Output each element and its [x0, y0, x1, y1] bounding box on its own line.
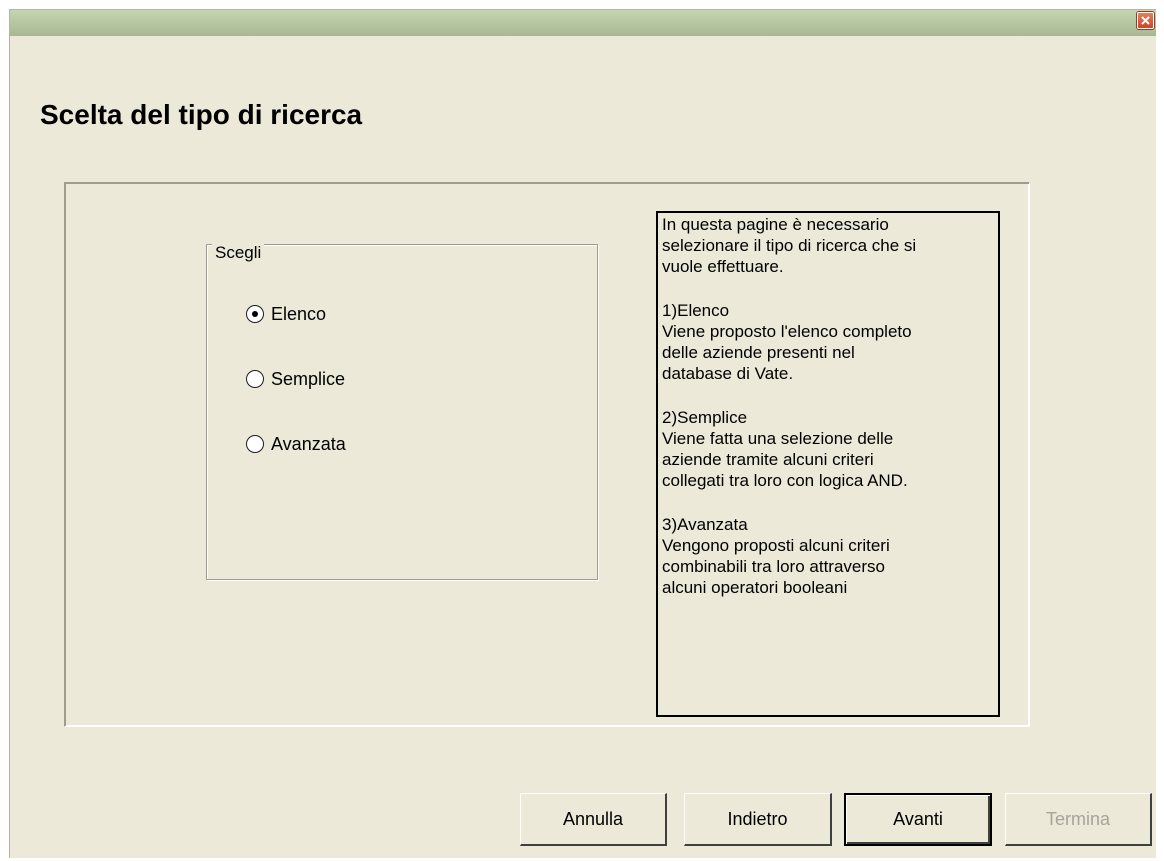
cancel-button[interactable]: Annulla [520, 793, 667, 846]
radio-button-semplice[interactable] [246, 370, 264, 388]
radio-label-semplice[interactable]: Semplice [271, 369, 345, 390]
wizard-window: Scelta del tipo di ricerca Scegli Elenco… [9, 9, 1156, 858]
info-paragraph-intro: In questa pagine è necessario selezionar… [662, 215, 917, 276]
finish-button[interactable]: Termina [1005, 793, 1152, 846]
radio-semplice[interactable]: Semplice [246, 367, 345, 391]
close-button[interactable] [1137, 12, 1154, 29]
radio-elenco[interactable]: Elenco [246, 302, 326, 326]
back-button[interactable]: Indietro [684, 793, 832, 846]
page-title: Scelta del tipo di ricerca [40, 99, 363, 130]
info-paragraph-elenco: 1)Elenco Viene proposto l'elenco complet… [662, 301, 912, 383]
radio-label-avanzata[interactable]: Avanzata [271, 434, 346, 455]
radio-button-avanzata[interactable] [246, 435, 264, 453]
radio-avanzata[interactable]: Avanzata [246, 432, 346, 456]
info-paragraph-avanzata: 3)Avanzata Vengono proposti alcuni crite… [662, 515, 890, 597]
choice-groupbox-legend: Scegli [212, 243, 265, 263]
choice-groupbox [206, 244, 598, 580]
next-button[interactable]: Avanti [844, 793, 992, 846]
info-paragraph-semplice: 2)Semplice Viene fatta una selezione del… [662, 408, 908, 490]
radio-label-elenco[interactable]: Elenco [271, 304, 326, 325]
info-textbox: In questa pagine è necessario selezionar… [656, 211, 1000, 717]
radio-button-elenco[interactable] [246, 305, 264, 323]
close-icon [1141, 16, 1150, 25]
title-bar[interactable] [10, 10, 1156, 36]
radio-selected-dot [252, 311, 258, 317]
